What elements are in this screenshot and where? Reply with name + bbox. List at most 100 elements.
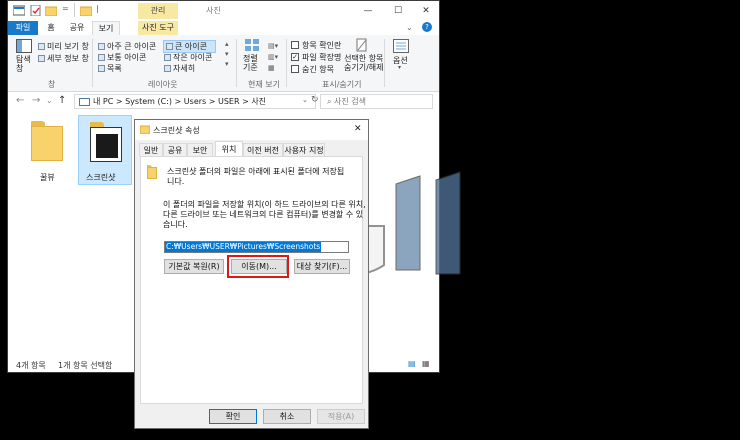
minimize-button[interactable]: — [354, 3, 382, 19]
details-pane-button[interactable]: 세부 정보 창 [38, 53, 89, 64]
show-hide-group-label: 표시/숨기기 [322, 80, 362, 89]
refresh-icon[interactable]: ↻ [311, 95, 319, 105]
large-icons-icon [166, 43, 173, 50]
tab-previous-versions[interactable]: 이전 버전 [243, 143, 283, 156]
folder-icon [90, 122, 122, 162]
qat-customize-icon[interactable]: = [62, 4, 69, 13]
location-path-field[interactable]: C:₩Users₩USER₩Pictures₩Screenshots [164, 241, 349, 253]
tab-file[interactable]: 파일 [8, 21, 38, 35]
details-icon [164, 65, 171, 72]
address-dropdown-icon[interactable]: ⌄ [302, 96, 308, 104]
maximize-button[interactable]: ☐ [384, 3, 412, 19]
navigation-pane-icon [16, 39, 32, 53]
forward-button[interactable]: → [32, 95, 40, 106]
hidden-items-label: 숨긴 항목 [302, 65, 334, 74]
tab-location[interactable]: 위치 [215, 141, 243, 157]
options-icon [393, 39, 409, 53]
layout-group-label: 레이아웃 [148, 80, 178, 89]
list-item[interactable]: 꿀뷰 [18, 115, 78, 185]
tab-general[interactable]: 일반 [139, 143, 163, 156]
file-extension-label: 파일 확장명 [302, 53, 342, 62]
folder-icon [140, 125, 150, 134]
tab-view[interactable]: 보기 [92, 21, 120, 35]
address-bar[interactable]: 내 PC > System (C:) > Users > USER > 사진 [74, 94, 316, 109]
large-icons-view-icon[interactable]: ▦ [422, 359, 430, 368]
divider [236, 39, 237, 87]
selection-count: 1개 항목 선택함 [58, 361, 113, 370]
view-options-icon[interactable]: ▤▾ ▥▾ ▦ [268, 41, 278, 74]
apply-button[interactable]: 적용(A) [317, 409, 365, 424]
layout-details-label: 자세히 [173, 64, 196, 73]
address-row: ← → ⌄ ↑ 내 PC > System (C:) > Users > USE… [8, 92, 439, 112]
pane-group-label: 창 [48, 80, 56, 89]
preview-pane-button[interactable]: 미리 보기 창 [38, 41, 89, 52]
divider [384, 39, 385, 87]
recent-locations-button[interactable]: ⌄ [46, 96, 53, 105]
up-button[interactable]: ↑ [58, 95, 66, 106]
extra-large-icons-icon [98, 43, 105, 50]
location-change-description: 이 폴더의 파일을 저장할 위치(이 하드 드라이브의 다른 위치, 다른 드라… [163, 200, 366, 229]
item-count: 4개 항목 [16, 361, 46, 370]
medium-icons-icon [98, 54, 105, 61]
layout-details[interactable]: 자세히 [164, 63, 195, 74]
layout-list-label: 목록 [107, 64, 122, 73]
tab-customize[interactable]: 사용자 지정 [283, 143, 325, 156]
tab-share[interactable]: 공유 [65, 21, 89, 35]
dialog-close-button[interactable]: ✕ [354, 124, 362, 134]
hide-selected-label: 선택한 항목 숨기기/해제 [344, 54, 384, 72]
options-dropdown-icon: ▾ [398, 64, 402, 71]
location-description: 스크린샷 폴더의 파일은 아래에 표시된 폴더에 저장됩 니다. [167, 167, 345, 186]
layout-large-label: 큰 아이콘 [175, 42, 207, 51]
new-folder-icon[interactable] [45, 5, 57, 16]
search-box[interactable]: ⌕ 사진 검색 [320, 94, 433, 109]
sort-by-button[interactable]: 정렬 기준 [242, 38, 264, 76]
sort-icon [245, 39, 259, 51]
folder-icon [31, 121, 63, 161]
help-icon[interactable]: ? [422, 22, 432, 32]
close-button[interactable]: ✕ [412, 3, 439, 19]
layout-list[interactable]: 목록 [98, 63, 122, 74]
find-target-button[interactable]: 대상 찾기(F)... [294, 259, 350, 274]
layout-small-label: 작은 아이콘 [173, 53, 213, 62]
item-label: 꿀뷰 [40, 173, 55, 182]
title-bar: = | 관리 사진 — ☐ ✕ [8, 1, 439, 21]
back-button[interactable]: ← [16, 95, 24, 106]
navigation-pane-button[interactable]: 탐색 창 [14, 39, 34, 73]
search-icon: ⌕ [327, 97, 332, 106]
ribbon-tabs: 파일 홈 공유 보기 사진 도구 ⌄ ? [8, 21, 439, 36]
layout-small-icons[interactable]: 작은 아이콘 [164, 52, 212, 63]
ok-button[interactable]: 확인 [209, 409, 257, 424]
tab-home[interactable]: 홈 [41, 21, 61, 35]
address-path: 내 PC > System (C:) > Users > USER > 사진 [93, 97, 267, 106]
divider [74, 3, 75, 17]
hide-selected-button[interactable]: 선택한 항목 숨기기/해제 [344, 38, 384, 76]
tab-security[interactable]: 보안 [187, 143, 213, 156]
hidden-items-toggle[interactable] [291, 65, 299, 73]
dialog-title: 스크린샷 속성 [153, 126, 200, 135]
divider [286, 39, 287, 87]
file-extension-toggle[interactable]: ✓ [291, 53, 299, 61]
restore-default-button[interactable]: 기본값 복원(R) [164, 259, 224, 274]
preview-pane-label: 미리 보기 창 [47, 42, 89, 51]
cancel-button[interactable]: 취소 [263, 409, 311, 424]
list-icon [98, 65, 105, 72]
options-button[interactable]: 옵션 ▾ [390, 39, 414, 75]
expand-ribbon-icon[interactable]: ⌄ [406, 23, 413, 32]
details-view-icon[interactable]: ▤ [408, 359, 416, 368]
folder-icon [147, 165, 157, 179]
layout-scroll-icon[interactable]: ▴ ▾ ▾ [225, 39, 229, 69]
dialog-title-bar: 스크린샷 속성 ✕ [135, 120, 368, 140]
folder-icon [80, 6, 92, 16]
list-item-selected[interactable]: 스크린샷 [78, 115, 132, 185]
sort-label: 정렬 기준 [243, 54, 258, 72]
properties-icon[interactable] [30, 5, 42, 16]
current-view-group-label: 현재 보기 [248, 80, 280, 89]
navigation-pane-label: 탐색 창 [16, 55, 31, 73]
ribbon: 탐색 창 미리 보기 창 세부 정보 창 창 아주 큰 아이콘 큰 아이콘 보통… [8, 35, 439, 92]
item-checkbox-toggle[interactable] [291, 41, 299, 49]
layout-extra-large-icons[interactable]: 아주 큰 아이콘 [98, 41, 156, 52]
tab-picture-tools[interactable]: 사진 도구 [138, 21, 178, 35]
hide-selected-icon [356, 38, 367, 52]
tab-sharing[interactable]: 공유 [163, 143, 187, 156]
layout-medium-icons[interactable]: 보통 아이콘 [98, 52, 146, 63]
